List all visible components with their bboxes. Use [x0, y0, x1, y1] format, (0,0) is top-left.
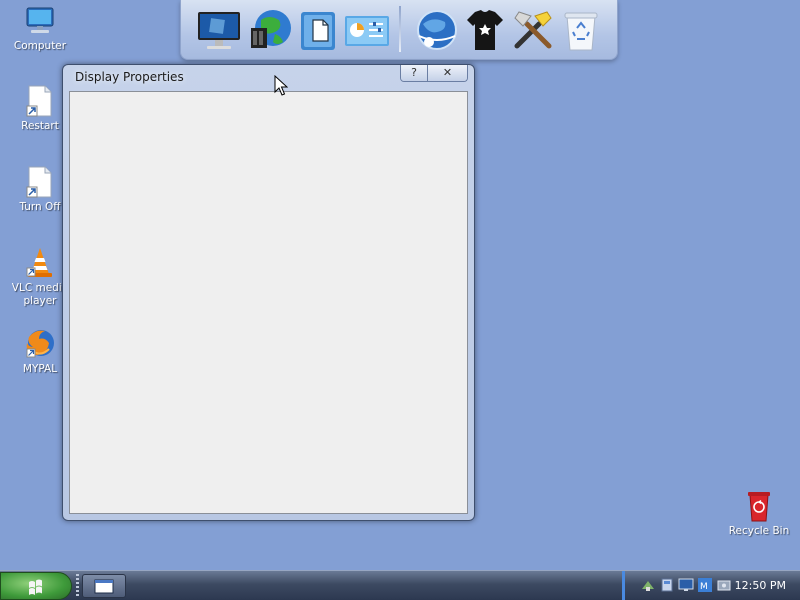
mypal-browser-icon	[23, 327, 57, 361]
recycle-bin-dock-icon[interactable]	[557, 6, 605, 54]
system-tray: M	[640, 577, 732, 593]
mouse-cursor-icon	[274, 74, 289, 97]
desktop-icon-computer[interactable]: Computer	[1, 4, 79, 53]
windows-logo-icon	[29, 579, 42, 595]
window-title: Display Properties	[75, 70, 184, 84]
taskbar-clock[interactable]: 12:50 PM	[735, 579, 786, 592]
recycle-bin-icon	[742, 489, 776, 523]
desktop-icon-label: Recycle Bin	[728, 525, 790, 537]
window-buttons: ? ✕	[400, 65, 468, 82]
svg-text:M: M	[700, 582, 708, 592]
volume-tray-icon[interactable]	[659, 577, 675, 593]
turn-off-shortcut-icon	[23, 165, 57, 199]
start-button[interactable]	[0, 572, 72, 600]
display-monitor-icon[interactable]	[195, 6, 243, 54]
network-globe-icon[interactable]	[247, 6, 295, 54]
window-client-area	[69, 91, 468, 514]
tray-separator	[622, 571, 625, 600]
tools-icon[interactable]	[509, 6, 557, 54]
internet-globe-icon[interactable]	[413, 6, 461, 54]
close-button[interactable]: ✕	[427, 65, 467, 81]
control-panel-icon[interactable]	[343, 6, 391, 54]
documents-icon[interactable]	[295, 6, 343, 54]
restart-shortcut-icon	[23, 84, 57, 118]
taskbar: M 12:50 PM	[0, 570, 800, 600]
window-icon	[94, 579, 114, 594]
taskbar-grip[interactable]	[76, 574, 79, 598]
keyboard-layout-tray-icon[interactable]: M	[697, 577, 713, 593]
display-tray-icon[interactable]	[678, 577, 694, 593]
computer-icon	[23, 4, 57, 38]
desktop-icon-label: Computer	[13, 40, 67, 52]
taskbar-window-button[interactable]	[82, 574, 126, 598]
network-tray-icon[interactable]	[640, 577, 656, 593]
theme-tshirt-icon[interactable]	[461, 6, 509, 54]
display-properties-window[interactable]: Display Properties ? ✕	[62, 64, 475, 521]
vlc-cone-icon	[23, 246, 57, 280]
help-button[interactable]: ?	[401, 65, 427, 81]
dock-separator	[399, 6, 401, 52]
dock	[180, 0, 618, 60]
device-tray-icon[interactable]	[716, 577, 732, 593]
desktop-icon-recycle-bin[interactable]: Recycle Bin	[720, 489, 798, 538]
